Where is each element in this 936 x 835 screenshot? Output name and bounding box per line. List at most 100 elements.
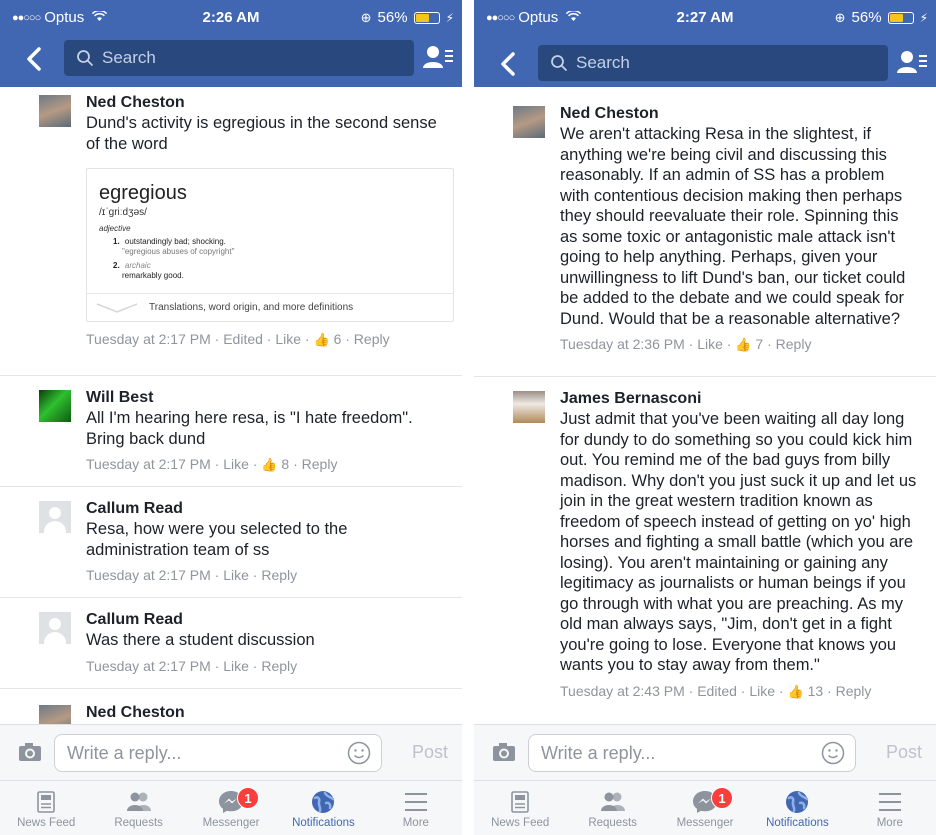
emoji-icon[interactable] (821, 741, 845, 765)
comment-author[interactable]: Ned Cheston (560, 104, 918, 124)
tab-requests[interactable]: Requests (566, 781, 658, 835)
definition-text: outstandingly bad; shocking. (124, 237, 226, 246)
reply-placeholder: Write a reply... (67, 742, 182, 763)
more-definitions-link[interactable]: Translations, word origin, and more defi… (87, 293, 453, 321)
avatar[interactable] (39, 612, 71, 644)
reply-input[interactable]: Write a reply... (528, 734, 856, 772)
comment-author[interactable]: Callum Read (86, 499, 444, 519)
comment-feed[interactable]: Ned Cheston Dund's activity is egregious… (0, 87, 462, 724)
camera-icon[interactable] (492, 742, 516, 762)
comment-text: Dund's activity is egregious in the seco… (86, 114, 437, 153)
more-icon (878, 793, 901, 811)
like-count: 13 (807, 682, 824, 699)
avatar[interactable] (513, 391, 545, 423)
comment-text: Was there a student discussion (86, 631, 315, 649)
right-screen: ●●○○○ Optus 2:27 AM ⊕ 56% ⚡ Search Ned C… (474, 0, 936, 835)
status-bar: ●●○○○ Optus 2:27 AM ⊕ 56% ⚡ (474, 0, 936, 36)
tab-label: Requests (114, 817, 163, 829)
back-arrow-icon[interactable] (494, 49, 524, 79)
comment-author[interactable]: James Bernasconi (560, 389, 918, 409)
friend-list-icon[interactable] (422, 44, 454, 72)
avatar[interactable] (39, 705, 71, 724)
comment: Callum Read Resa, how were you selected … (0, 487, 462, 598)
tab-label: News Feed (17, 817, 76, 829)
comment: Ned Cheston (0, 689, 462, 724)
reply-link[interactable]: · Reply (289, 456, 337, 472)
avatar[interactable] (513, 106, 545, 138)
post-button[interactable]: Post (412, 742, 448, 763)
avatar[interactable] (39, 95, 71, 127)
chevron-down-icon (96, 302, 138, 313)
tab-more[interactable]: More (370, 781, 462, 835)
tab-news-feed[interactable]: News Feed (0, 781, 92, 835)
search-input[interactable]: Search (538, 45, 888, 81)
tab-notifications[interactable]: Notifications (277, 781, 369, 835)
reply-link[interactable]: · Reply (823, 683, 871, 699)
nav-row: Search (0, 40, 462, 80)
status-bar: ●●○○○ Optus 2:26 AM ⊕ 56% ⚡ (0, 0, 462, 36)
reply-bar: Write a reply... Post (474, 724, 936, 780)
reply-input[interactable]: Write a reply... (54, 734, 382, 772)
comment-feed[interactable]: Ned Cheston We aren't attacking Resa in … (474, 92, 936, 724)
charging-icon: ⚡ (919, 10, 928, 25)
reply-bar: Write a reply... Post (0, 724, 462, 780)
friend-list-icon[interactable] (896, 49, 928, 77)
back-arrow-icon[interactable] (20, 44, 50, 74)
comment: James Bernasconi Just admit that you've … (474, 377, 936, 722)
notifications-globe-icon (786, 791, 809, 813)
dictionary-card[interactable]: egregious /ɪˈɡriːdʒəs/ adjective 1. outs… (86, 168, 454, 322)
comment-text: Just admit that you've been waiting all … (560, 410, 917, 674)
tab-notifications[interactable]: Notifications (751, 781, 843, 835)
comment-meta[interactable]: Tuesday at 2:17 PM · Like · Reply (86, 566, 444, 584)
tab-bar: News Feed Requests 1 Messenger Notificat… (474, 780, 936, 835)
like-thumb-icon: 👍 (787, 683, 804, 699)
comment-author[interactable]: Will Best (86, 388, 444, 408)
comment: Callum Read Was there a student discussi… (0, 598, 462, 689)
tab-label: Notifications (766, 817, 829, 829)
comment-author[interactable]: Callum Read (86, 610, 444, 630)
tab-messenger[interactable]: 1 Messenger (659, 781, 751, 835)
comment-meta[interactable]: Tuesday at 2:17 PM · Edited · Like · 👍 6… (86, 330, 444, 349)
reply-link[interactable]: · Reply (763, 336, 811, 352)
battery-icon (413, 11, 440, 24)
requests-icon (600, 792, 625, 811)
more-definitions-label: Translations, word origin, and more defi… (149, 302, 354, 313)
avatar[interactable] (39, 390, 71, 422)
battery-info: ⊕ 56% ⚡ (361, 9, 454, 26)
comment-text: All I'm hearing here resa, is "I hate fr… (86, 409, 413, 448)
definition-item: 1. outstandingly bad; shocking. "egregio… (113, 237, 443, 257)
notification-badge: 1 (711, 787, 734, 809)
search-input[interactable]: Search (64, 40, 414, 76)
tab-label: News Feed (491, 817, 550, 829)
news-feed-icon (511, 791, 530, 813)
comment-meta[interactable]: Tuesday at 2:36 PM · Like · 👍 7 · Reply (560, 335, 918, 354)
tab-requests[interactable]: Requests (92, 781, 184, 835)
like-thumb-icon: 👍 (735, 337, 752, 352)
dictionary-part-of-speech: adjective (99, 224, 131, 233)
post-button[interactable]: Post (886, 742, 922, 763)
comment-text: We aren't attacking Resa in the slightes… (560, 125, 906, 328)
comment-author[interactable]: Ned Cheston (86, 93, 444, 113)
nav-row: Search (474, 45, 936, 85)
comment-meta[interactable]: Tuesday at 2:17 PM · Like · 👍 8 · Reply (86, 455, 444, 474)
definition-example: "egregious abuses of copyright" (122, 247, 235, 256)
avatar[interactable] (39, 501, 71, 533)
tab-label: Messenger (202, 817, 260, 829)
tab-news-feed[interactable]: News Feed (474, 781, 566, 835)
comment-timestamp: Tuesday at 2:36 PM · Like · (560, 336, 736, 352)
requests-icon (126, 792, 151, 811)
comment-author[interactable]: Ned Cheston (86, 703, 444, 723)
reply-link[interactable]: · Reply (341, 331, 389, 347)
comment-meta[interactable]: Tuesday at 2:17 PM · Like · Reply (86, 657, 444, 675)
tab-more[interactable]: More (844, 781, 936, 835)
comment-meta[interactable]: Tuesday at 2:43 PM · Edited · Like · 👍 1… (560, 682, 918, 701)
definition-number: 1. (113, 237, 120, 246)
definition-number: 2. (113, 261, 120, 270)
battery-info: ⊕ 56% ⚡ (835, 9, 928, 26)
emoji-icon[interactable] (347, 741, 371, 765)
tab-messenger[interactable]: 1 Messenger (185, 781, 277, 835)
tab-label: Messenger (676, 817, 734, 829)
comment-text: Resa, how were you selected to the admin… (86, 520, 348, 559)
like-thumb-icon: 👍 (261, 457, 278, 472)
camera-icon[interactable] (18, 742, 42, 762)
